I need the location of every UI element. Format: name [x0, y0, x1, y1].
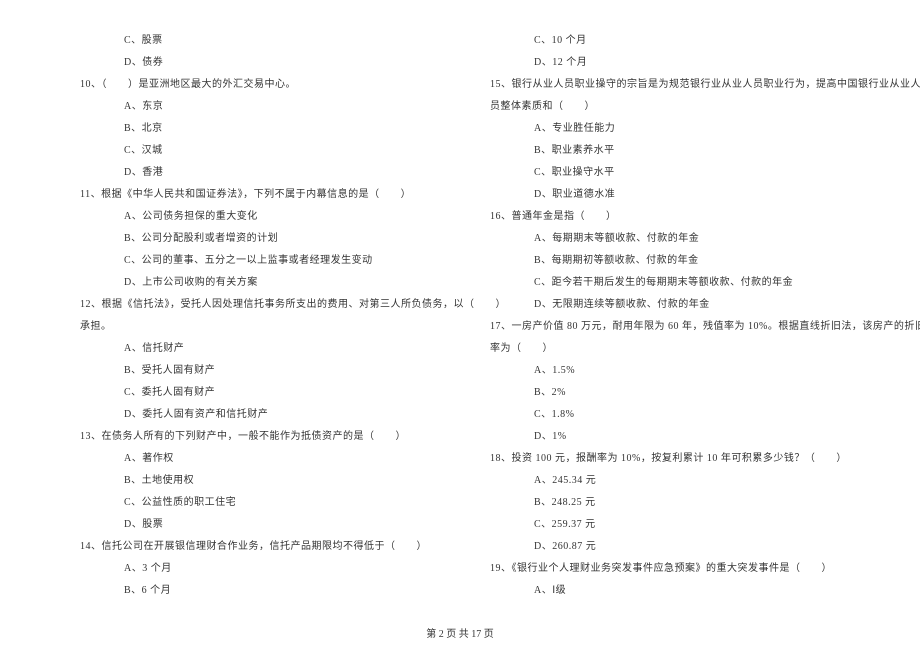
q12-option-a: A、信托财产 — [80, 338, 440, 360]
q13-option-d: D、股票 — [80, 514, 440, 536]
q15-stem-cont: 员整体素质和（ ） — [490, 96, 890, 118]
q13-option-c: C、公益性质的职工住宅 — [80, 492, 440, 514]
q11-option-a: A、公司债务担保的重大变化 — [80, 206, 440, 228]
q11-option-d: D、上市公司收购的有关方案 — [80, 272, 440, 294]
q15-stem: 15、银行从业人员职业操守的宗旨是为规范银行业从业人员职业行为，提高中国银行业从… — [490, 74, 890, 96]
q17-option-a: A、1.5% — [490, 360, 890, 382]
q17-stem: 17、一房产价值 80 万元，耐用年限为 60 年，残值率为 10%。根据直线折… — [490, 316, 890, 338]
q18-option-c: C、259.37 元 — [490, 514, 890, 536]
q17-stem-cont: 率为（ ） — [490, 338, 890, 360]
q12-stem: 12、根据《信托法》，受托人因处理信托事务所支出的费用、对第三人所负债务，以（ … — [80, 294, 440, 316]
q14-option-a: A、3 个月 — [80, 558, 440, 580]
q10-option-d: D、香港 — [80, 162, 440, 184]
q17-option-d: D、1% — [490, 426, 890, 448]
left-column: C、股票 D、债券 10、（ ）是亚洲地区最大的外汇交易中心。 A、东京 B、北… — [0, 30, 460, 620]
q12-option-d: D、委托人固有资产和信托财产 — [80, 404, 440, 426]
q10-stem: 10、（ ）是亚洲地区最大的外汇交易中心。 — [80, 74, 440, 96]
q12-option-b: B、受托人固有财产 — [80, 360, 440, 382]
q13-option-a: A、著作权 — [80, 448, 440, 470]
q17-option-b: B、2% — [490, 382, 890, 404]
q9-option-c: C、股票 — [80, 30, 440, 52]
content-columns: C、股票 D、债券 10、（ ）是亚洲地区最大的外汇交易中心。 A、东京 B、北… — [0, 30, 920, 620]
q16-stem: 16、普通年金是指（ ） — [490, 206, 890, 228]
q18-option-d: D、260.87 元 — [490, 536, 890, 558]
q13-stem: 13、在债务人所有的下列财产中，一般不能作为抵债资产的是（ ） — [80, 426, 440, 448]
q11-option-c: C、公司的董事、五分之一以上监事或者经理发生变动 — [80, 250, 440, 272]
q14-stem: 14、信托公司在开展银信理财合作业务，信托产品期限均不得低于（ ） — [80, 536, 440, 558]
q16-option-b: B、每期期初等额收款、付款的年金 — [490, 250, 890, 272]
q15-option-c: C、职业操守水平 — [490, 162, 890, 184]
right-column: C、10 个月 D、12 个月 15、银行从业人员职业操守的宗旨是为规范银行业从… — [460, 30, 920, 620]
page-footer: 第 2 页 共 17 页 — [0, 625, 920, 640]
q9-option-d: D、债券 — [80, 52, 440, 74]
q11-stem: 11、根据《中华人民共和国证券法》，下列不属于内幕信息的是（ ） — [80, 184, 440, 206]
q10-option-a: A、东京 — [80, 96, 440, 118]
q10-option-b: B、北京 — [80, 118, 440, 140]
q18-option-a: A、245.34 元 — [490, 470, 890, 492]
q13-option-b: B、土地使用权 — [80, 470, 440, 492]
q18-option-b: B、248.25 元 — [490, 492, 890, 514]
q15-option-b: B、职业素养水平 — [490, 140, 890, 162]
q17-option-c: C、1.8% — [490, 404, 890, 426]
q16-option-c: C、距今若干期后发生的每期期末等额收款、付款的年金 — [490, 272, 890, 294]
q15-option-d: D、职业道德水准 — [490, 184, 890, 206]
q14-option-b: B、6 个月 — [80, 580, 440, 602]
q11-option-b: B、公司分配股利或者增资的计划 — [80, 228, 440, 250]
q15-option-a: A、专业胜任能力 — [490, 118, 890, 140]
q16-option-d: D、无限期连续等额收款、付款的年金 — [490, 294, 890, 316]
q14-option-d: D、12 个月 — [490, 52, 890, 74]
q12-stem-cont: 承担。 — [80, 316, 440, 338]
q14-option-c: C、10 个月 — [490, 30, 890, 52]
q10-option-c: C、汉城 — [80, 140, 440, 162]
q18-stem: 18、投资 100 元，报酬率为 10%，按复利累计 10 年可积累多少钱？（ … — [490, 448, 890, 470]
q19-option-a: A、Ⅰ级 — [490, 580, 890, 602]
q19-stem: 19、《银行业个人理财业务突发事件应急预案》的重大突发事件是（ ） — [490, 558, 890, 580]
q16-option-a: A、每期期末等额收款、付款的年金 — [490, 228, 890, 250]
q12-option-c: C、委托人固有财产 — [80, 382, 440, 404]
